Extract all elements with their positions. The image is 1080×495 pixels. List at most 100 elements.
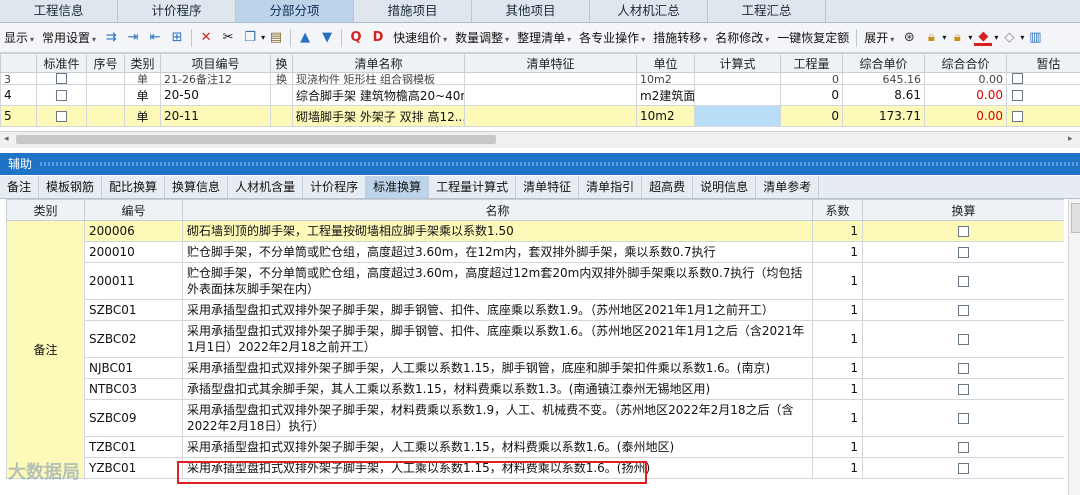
aux-tab-3[interactable]: 换算信息 — [165, 176, 229, 198]
tab-3[interactable]: 措施项目 — [354, 0, 472, 22]
eraser-icon[interactable]: ◇ — [1000, 29, 1018, 47]
aux-tab-6[interactable]: 标准换算 — [366, 176, 430, 198]
conversion-checkbox-cell[interactable] — [862, 357, 1064, 379]
type-cell[interactable]: 单 — [124, 72, 161, 85]
swap-cell[interactable] — [270, 105, 293, 127]
scroll-right-icon[interactable]: ▸ — [1068, 134, 1073, 144]
quick-group-menu[interactable]: 快速组价 ▾ — [389, 29, 451, 46]
expand-menu[interactable]: 展开 ▾ — [860, 29, 898, 46]
code-cell[interactable]: SZBC09 — [84, 399, 183, 437]
conversion-checkbox-cell[interactable] — [862, 378, 1064, 400]
column-header[interactable]: 名称 — [182, 199, 813, 221]
aux-tab-4[interactable]: 人材机含量 — [228, 176, 304, 198]
total-price-cell[interactable]: 0.00 — [924, 105, 1007, 127]
spec-ops-menu[interactable]: 各专业操作 ▾ — [575, 29, 649, 46]
formula-cell[interactable] — [694, 105, 781, 127]
column-header[interactable]: 综合单价 — [842, 53, 925, 73]
conversion-checkbox-cell[interactable] — [862, 436, 1064, 458]
conversion-name-cell[interactable]: 采用承插型盘扣式双排外架子脚手架，脚手钢管、扣件、底座乘以系数1.9。（苏州地区… — [182, 299, 813, 321]
column-header[interactable]: 清单名称 — [292, 53, 465, 73]
quantity-cell[interactable]: 0 — [780, 105, 843, 127]
column-header[interactable]: 类别 — [6, 199, 85, 221]
conversion-name-cell[interactable]: 采用承插型盘扣式双排外架子脚手架，脚手钢管、扣件、底座乘以系数1.6。（苏州地区… — [182, 320, 813, 358]
aux-tab-11[interactable]: 说明信息 — [693, 176, 757, 198]
tab-6[interactable]: 工程汇总 — [708, 0, 826, 22]
code-cell[interactable]: NTBC03 — [84, 378, 183, 400]
organize-list-menu[interactable]: 整理清单 ▾ — [513, 29, 575, 46]
code-cell[interactable]: YZBC01 — [84, 457, 183, 479]
aux-tab-0[interactable]: 备注 — [0, 176, 40, 198]
move-up-icon[interactable]: ▲ — [296, 29, 314, 47]
code-cell[interactable]: SZBC02 — [84, 320, 183, 358]
table-row[interactable]: SZBC02 采用承插型盘扣式双排外架子脚手架，脚手钢管、扣件、底座乘以系数1.6… — [7, 320, 1064, 358]
quantity-cell[interactable]: 0 — [780, 72, 843, 85]
checkbox[interactable] — [958, 247, 969, 258]
code-cell[interactable]: TZBC01 — [84, 436, 183, 458]
insert-icon[interactable]: ⇉ — [102, 29, 120, 47]
aux-tab-12[interactable]: 清单参考 — [756, 176, 820, 198]
aux-tab-8[interactable]: 清单特征 — [516, 176, 580, 198]
checkbox[interactable] — [1012, 73, 1023, 84]
item-feature-cell[interactable] — [464, 84, 637, 106]
coefficient-cell[interactable]: 1 — [812, 357, 863, 379]
aux-tab-9[interactable]: 清单指引 — [579, 176, 643, 198]
unit-cell[interactable]: 10m2 — [636, 72, 695, 85]
column-header[interactable]: 标准件 — [36, 53, 87, 73]
display-menu[interactable]: 显示 ▾ — [0, 29, 38, 46]
item-feature-cell[interactable] — [464, 72, 637, 85]
restore-quota-button[interactable]: 一键恢复定额 — [773, 29, 853, 46]
table-row[interactable]: SZBC01 采用承插型盘扣式双排外架子脚手架，脚手钢管、扣件、底座乘以系数1.9… — [7, 299, 1064, 321]
checkbox[interactable] — [958, 226, 969, 237]
conversion-checkbox-cell[interactable] — [862, 457, 1064, 479]
q-quota-icon[interactable]: Q — [347, 29, 365, 47]
code-cell[interactable]: 200010 — [84, 241, 183, 263]
table-row[interactable]: 3 单 21-26备注12 换现浇构件 矩形柱 组合钢模板 10m2 0 645.16 0.0… — [0, 72, 1080, 85]
table-row[interactable]: 4 单 20-50 综合脚手架 建筑物檐高20~40m m2建筑面 0 8.61 0.00 — [0, 84, 1080, 106]
column-header[interactable]: 类别 — [124, 53, 161, 73]
column-header[interactable]: 项目编号 — [160, 53, 271, 73]
conversion-checkbox-cell[interactable] — [862, 262, 1064, 300]
type-cell[interactable]: 单 — [124, 105, 161, 127]
coefficient-cell[interactable]: 1 — [812, 378, 863, 400]
conversion-name-cell[interactable]: 承插型盘扣式其余脚手架，其人工乘以系数1.15，材料费乘以系数1.3。(南通镇江… — [182, 378, 813, 400]
conversion-checkbox-cell[interactable] — [862, 241, 1064, 263]
item-name-cell[interactable]: 现浇构件 矩形柱 组合钢模板 — [292, 72, 465, 85]
conversion-checkbox-cell[interactable] — [862, 299, 1064, 321]
table-row[interactable]: 备注 200006 砌石墙到顶的脚手架，工程量按砌墙相应脚手架乘以系数1.50 1 — [6, 220, 1064, 479]
estimate-cell[interactable] — [1006, 105, 1080, 127]
checkbox[interactable] — [958, 276, 969, 287]
swap-cell[interactable]: 换 — [270, 72, 293, 85]
fill-color-icon[interactable]: ◆ — [974, 29, 993, 46]
estimate-cell[interactable] — [1006, 84, 1080, 106]
scroll-thumb[interactable] — [16, 135, 496, 144]
table-row[interactable]: SZBC09 采用承插型盘扣式双排外架子脚手架，材料费乘以系数1.9，人工、机械费… — [7, 399, 1064, 437]
chart-icon[interactable]: ▥ — [1026, 29, 1044, 47]
column-header[interactable]: 序号 — [86, 53, 125, 73]
checkbox[interactable] — [958, 413, 969, 424]
table-row[interactable]: TZBC01 采用承插型盘扣式双排外架子脚手架，人工乘以系数1.15，材料费乘以系… — [7, 436, 1064, 458]
vscroll-thumb[interactable] — [1071, 203, 1080, 233]
row-number[interactable]: 4 — [0, 84, 37, 106]
coefficient-cell[interactable]: 1 — [812, 457, 863, 479]
tab-5[interactable]: 人材机汇总 — [590, 0, 708, 22]
aux-tab-5[interactable]: 计价程序 — [303, 176, 367, 198]
horizontal-scrollbar[interactable]: ◂ ▸ — [0, 131, 1080, 148]
checkbox[interactable] — [958, 305, 969, 316]
checkbox[interactable] — [958, 442, 969, 453]
unit-price-cell[interactable]: 173.71 — [842, 105, 925, 127]
coefficient-cell[interactable]: 1 — [812, 299, 863, 321]
code-cell[interactable]: 200011 — [84, 262, 183, 300]
lock2-icon[interactable]: 🔒︎ — [948, 29, 966, 47]
checkbox[interactable] — [56, 111, 67, 122]
conversion-checkbox-cell[interactable] — [862, 320, 1064, 358]
type-cell[interactable]: 单 — [124, 84, 161, 106]
item-code-cell[interactable]: 20-50 — [160, 84, 271, 106]
standard-part-checkbox[interactable] — [36, 72, 87, 85]
conversion-name-cell[interactable]: 采用承插型盘扣式双排外架子脚手架，人工乘以系数1.15，材料费乘以系数1.6。(… — [182, 457, 813, 479]
outdent-icon[interactable]: ⇤ — [146, 29, 164, 47]
scroll-left-icon[interactable]: ◂ — [4, 134, 9, 144]
conversion-checkbox-cell[interactable] — [862, 220, 1064, 242]
table-row[interactable]: 200011 贮仓脚手架，不分单筒或贮仓组，高度超过3.60m，高度超过12m套2… — [7, 262, 1064, 300]
move-down-icon[interactable]: ▼ — [318, 29, 336, 47]
tab-2[interactable]: 分部分项 — [236, 0, 354, 22]
